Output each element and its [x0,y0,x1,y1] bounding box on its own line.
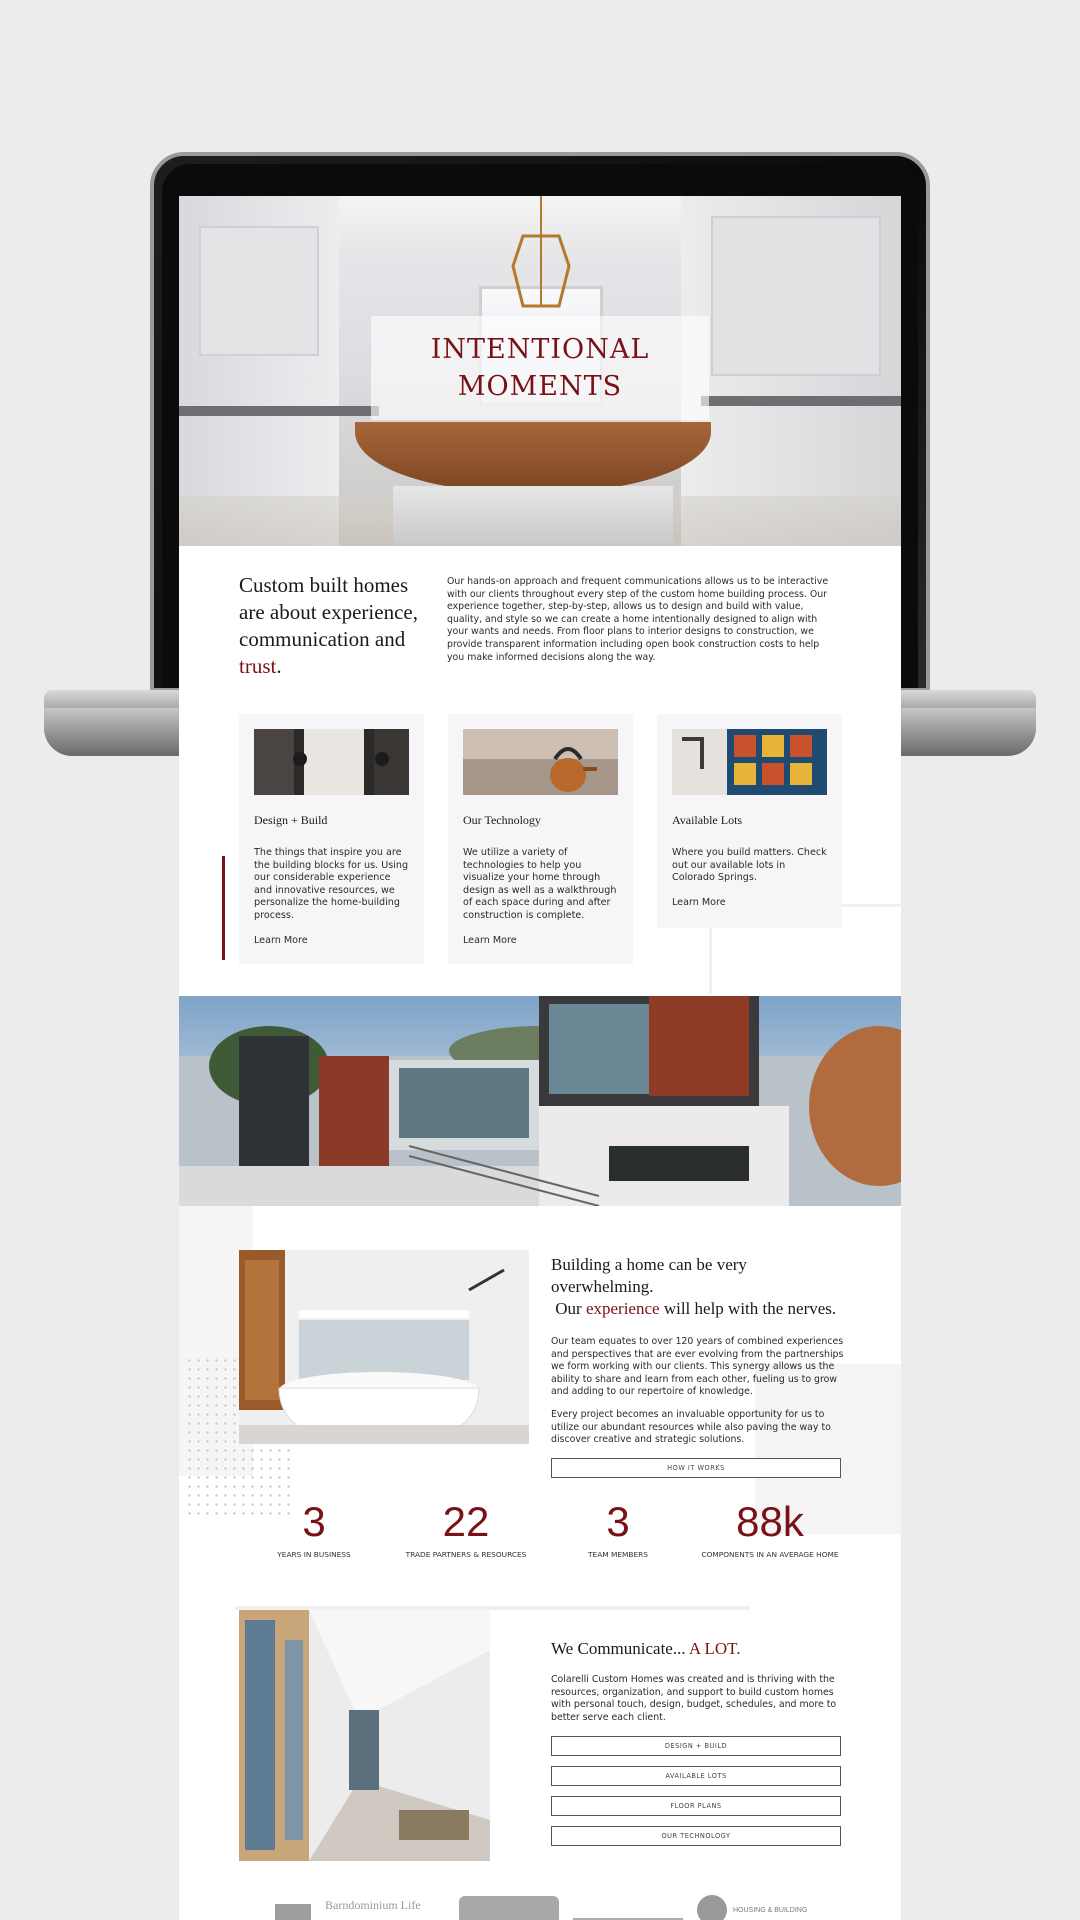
stat-number: 88k [736,1498,804,1545]
stat-components: 88k COMPONENTS IN AN AVERAGE HOME [695,1498,845,1560]
our-technology-button[interactable]: OUR TECHNOLOGY [551,1826,841,1847]
partner-logo-housing: HOUSING & BUILDING [697,1895,817,1920]
hero-title: INTENTIONAL MOMENTS [430,334,650,402]
communicate-heading: We Communicate... A LOT. [551,1639,741,1658]
hero-title-box: INTENTIONAL MOMENTS [371,316,709,420]
design-build-button[interactable]: DESIGN + BUILD [551,1736,841,1757]
how-it-works-button[interactable]: HOW IT WORKS [551,1457,841,1478]
card-title: Design + Build [254,813,328,827]
experience-section: Building a home can be very overwhelming… [551,1254,851,1478]
stat-label: COMPONENTS IN AN AVERAGE HOME [701,1550,839,1559]
stat-partners: 22 TRADE PARTNERS & RESOURCES [391,1498,541,1560]
house-exterior-image [179,996,901,1206]
card-our-technology: Our Technology We utilize a variety of t… [448,714,633,964]
card-body: Where you build matters. Check out our a… [672,847,827,884]
intro-heading-block: Custom built homes are about experience,… [239,572,429,680]
card-title: Available Lots [672,813,743,827]
communicate-body: Colarelli Custom Homes was created and i… [551,1674,837,1723]
communicate-section: We Communicate... A LOT. Colarelli Custo… [551,1638,851,1847]
hero-kitchen-image: INTENTIONAL MOMENTS [179,196,901,546]
stat-label: YEARS IN BUSINESS [277,1550,351,1559]
card-body: We utilize a variety of technologies to … [463,847,617,921]
card-title: Our Technology [463,813,541,827]
card-available-lots: Available Lots Where you build matters. … [657,714,842,928]
experience-para-2: Every project becomes an invaluable oppo… [551,1408,831,1446]
floor-plans-button[interactable]: FLOOR PLANS [551,1796,841,1817]
partner-logo-badge [459,1896,559,1920]
partner-logo-barndominium: Barndominium Life [325,1898,421,1912]
stat-label: TEAM MEMBERS [588,1550,648,1559]
website-page: INTENTIONAL MOMENTS Custom built homes a… [179,196,901,1920]
hallway-image [239,1610,490,1861]
communicate-heading-accent: A LOT. [688,1639,741,1658]
pendant-light-icon [511,196,571,308]
learn-more-link[interactable]: Learn More [254,935,308,946]
accent-bar [222,856,225,960]
intro-heading: Custom built homes are about experience,… [239,573,418,678]
partner-logos: Barndominium Life HOUSING & BUILDING [275,1895,835,1920]
partner-logo-icon [275,1904,311,1920]
available-lots-button[interactable]: AVAILABLE LOTS [551,1766,841,1787]
stat-label: TRADE PARTNERS & RESOURCES [405,1550,527,1559]
card-body: The things that inspire you are the buil… [254,847,409,921]
stat-number: 3 [302,1498,326,1545]
stats-row: 3 YEARS IN BUSINESS 22 TRADE PARTNERS & … [239,1498,859,1588]
learn-more-link[interactable]: Learn More [463,935,517,946]
learn-more-link[interactable]: Learn More [672,897,726,908]
experience-heading: Building a home can be very overwhelming… [551,1255,837,1318]
stat-number: 3 [606,1498,630,1545]
card-image-door [254,729,409,795]
card-image-kettle [463,729,618,795]
service-cards: Design + Build The things that inspire y… [239,714,842,964]
card-image-tiles [672,729,827,795]
experience-para-1: Our team equates to over 120 years of co… [551,1336,844,1398]
stat-number: 22 [442,1498,490,1545]
experience-heading-accent: experience [585,1299,660,1318]
partner-logo-text [573,1896,683,1920]
intro-heading-accent: trust [239,654,277,678]
stat-team: 3 TEAM MEMBERS [543,1498,693,1560]
card-design-build: Design + Build The things that inspire y… [239,714,424,964]
intro-body: Our hands-on approach and frequent commu… [447,576,829,663]
bathroom-image [239,1250,529,1444]
stat-years: 3 YEARS IN BUSINESS [239,1498,389,1560]
